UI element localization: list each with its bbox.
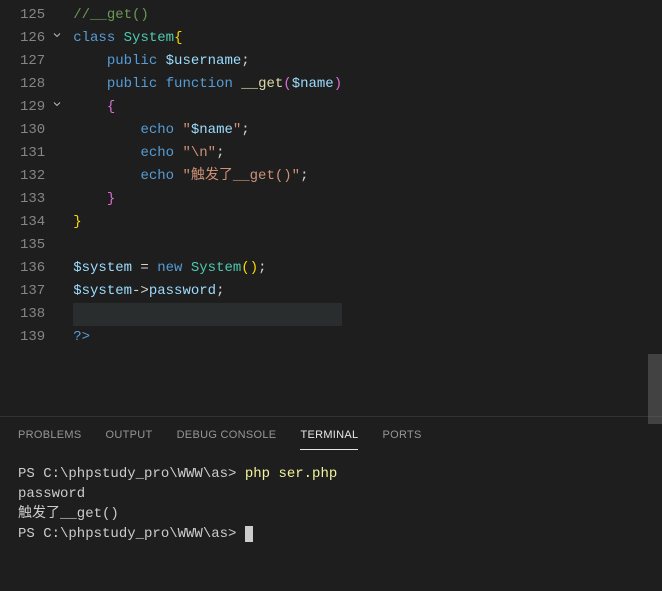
chevron-down-icon[interactable] — [51, 27, 63, 50]
code-line[interactable]: ?> — [73, 326, 342, 349]
code-line[interactable]: //__get() — [73, 4, 342, 27]
line-number: 134 — [20, 211, 63, 234]
tab-debug-console[interactable]: DEBUG CONSOLE — [177, 425, 277, 450]
code-line[interactable]: } — [73, 188, 342, 211]
code-line[interactable]: echo "\n"; — [73, 142, 342, 165]
line-number: 138 — [20, 303, 63, 326]
terminal-output-line: 触发了__get() — [18, 506, 119, 522]
code-area[interactable]: //__get()class System{ public $username;… — [73, 0, 342, 416]
line-number: 128 — [20, 73, 63, 96]
tab-problems[interactable]: PROBLEMS — [18, 425, 82, 450]
vertical-scrollbar[interactable] — [648, 354, 662, 424]
line-number: 137 — [20, 280, 63, 303]
line-number: 130 — [20, 119, 63, 142]
code-line[interactable] — [73, 234, 342, 257]
code-line[interactable]: echo "$name"; — [73, 119, 342, 142]
line-number: 132 — [20, 165, 63, 188]
terminal-content[interactable]: PS C:\phpstudy_pro\WWW\as> php ser.php p… — [0, 450, 662, 558]
code-line[interactable]: public function __get($name) — [73, 73, 342, 96]
line-number: 127 — [20, 50, 63, 73]
terminal-prompt: PS C:\phpstudy_pro\WWW\as> — [18, 466, 245, 482]
panel-tabs: PROBLEMS OUTPUT DEBUG CONSOLE TERMINAL P… — [0, 417, 662, 450]
chevron-down-icon[interactable] — [51, 96, 63, 119]
code-editor[interactable]: 1251261271281291301311321331341351361371… — [0, 0, 662, 416]
line-number: 139 — [20, 326, 63, 349]
code-line[interactable]: } — [73, 211, 342, 234]
line-number: 136 — [20, 257, 63, 280]
tab-output[interactable]: OUTPUT — [106, 425, 153, 450]
line-number: 125 — [20, 4, 63, 27]
terminal-output-line: password — [18, 486, 85, 502]
line-number: 135 — [20, 234, 63, 257]
bottom-panel: PROBLEMS OUTPUT DEBUG CONSOLE TERMINAL P… — [0, 416, 662, 591]
tab-ports[interactable]: PORTS — [382, 425, 421, 450]
code-line[interactable]: { — [73, 96, 342, 119]
code-line[interactable] — [73, 303, 342, 326]
terminal-cursor — [245, 526, 253, 542]
line-number-gutter: 1251261271281291301311321331341351361371… — [0, 0, 73, 416]
code-line[interactable]: $system->password; — [73, 280, 342, 303]
tab-terminal[interactable]: TERMINAL — [300, 425, 358, 450]
line-number: 129 — [20, 96, 63, 119]
code-line[interactable]: $system = new System(); — [73, 257, 342, 280]
line-number: 126 — [20, 27, 63, 50]
code-line[interactable]: public $username; — [73, 50, 342, 73]
code-line[interactable]: class System{ — [73, 27, 342, 50]
line-number: 133 — [20, 188, 63, 211]
terminal-prompt: PS C:\phpstudy_pro\WWW\as> — [18, 526, 245, 542]
code-line[interactable]: echo "触发了__get()"; — [73, 165, 342, 188]
line-number: 131 — [20, 142, 63, 165]
terminal-command: php ser.php — [245, 466, 337, 482]
